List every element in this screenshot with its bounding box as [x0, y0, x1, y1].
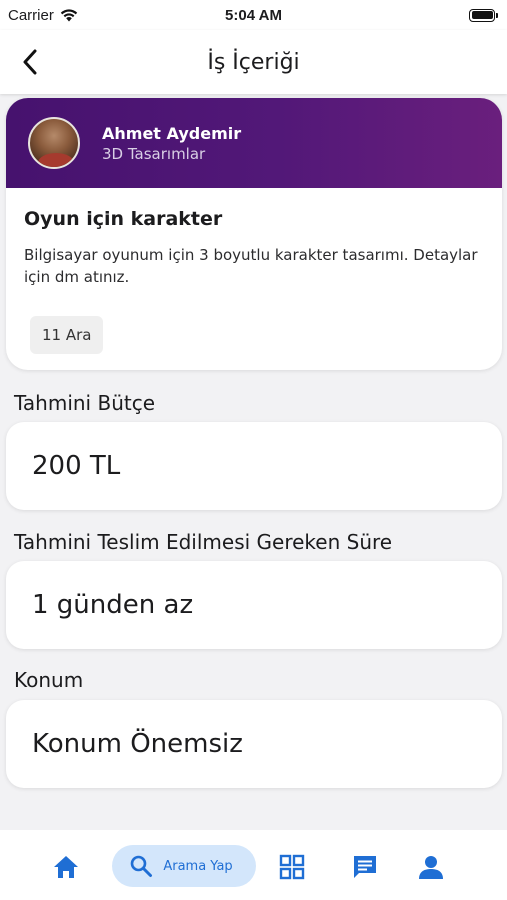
- carrier-label: Carrier: [8, 6, 54, 24]
- author-name[interactable]: Ahmet Aydemir: [102, 124, 241, 143]
- back-chevron-icon: [23, 49, 37, 75]
- author-category: 3D Tasarımlar: [102, 144, 206, 163]
- battery-icon: [469, 8, 498, 22]
- job-card: Ahmet Aydemir 3D Tasarımlar Oyun için ka…: [6, 98, 502, 370]
- search-icon: [131, 855, 153, 877]
- home-icon: [54, 856, 78, 878]
- status-left: Carrier: [8, 7, 78, 24]
- chat-icon: [354, 856, 376, 878]
- budget-value: 200 TL: [32, 451, 121, 481]
- status-bar: Carrier 5:04 AM: [0, 0, 507, 30]
- duration-value: 1 günden az: [32, 590, 194, 620]
- location-label: Konum: [14, 668, 84, 692]
- page-title: İş İçeriği: [207, 49, 300, 75]
- date-badge: 11 Ara: [30, 316, 104, 354]
- duration-card: 1 günden az: [6, 561, 502, 649]
- tab-bar: Arama Yap: [0, 830, 507, 900]
- search-tab-label: Arama Yap: [163, 858, 233, 874]
- author-info: Ahmet Aydemir 3D Tasarımlar: [102, 124, 241, 163]
- job-header: Ahmet Aydemir 3D Tasarımlar: [6, 98, 502, 188]
- job-description: Bilgisayar oyunum için 3 boyutlu karakte…: [24, 246, 478, 286]
- back-button[interactable]: [12, 44, 48, 80]
- job-body: Oyun için karakter Bilgisayar oyunum içi…: [6, 188, 502, 354]
- budget-label: Tahmini Bütçe: [14, 391, 156, 415]
- tab-search[interactable]: Arama Yap: [112, 845, 256, 887]
- nav-bar: İş İçeriği: [0, 30, 507, 94]
- tab-profile[interactable]: [411, 850, 451, 884]
- avatar[interactable]: [28, 117, 80, 169]
- tab-categories[interactable]: [272, 850, 312, 884]
- tab-messages[interactable]: [345, 850, 385, 884]
- location-value: Konum Önemsiz: [32, 729, 243, 759]
- job-title: Oyun için karakter: [24, 208, 223, 230]
- grid-icon: [279, 854, 305, 880]
- profile-icon: [419, 856, 443, 879]
- budget-card: 200 TL: [6, 422, 502, 510]
- duration-label: Tahmini Teslim Edilmesi Gereken Süre: [14, 530, 393, 554]
- wifi-icon: [60, 8, 78, 21]
- tab-home[interactable]: [46, 850, 86, 884]
- location-card: Konum Önemsiz: [6, 700, 502, 788]
